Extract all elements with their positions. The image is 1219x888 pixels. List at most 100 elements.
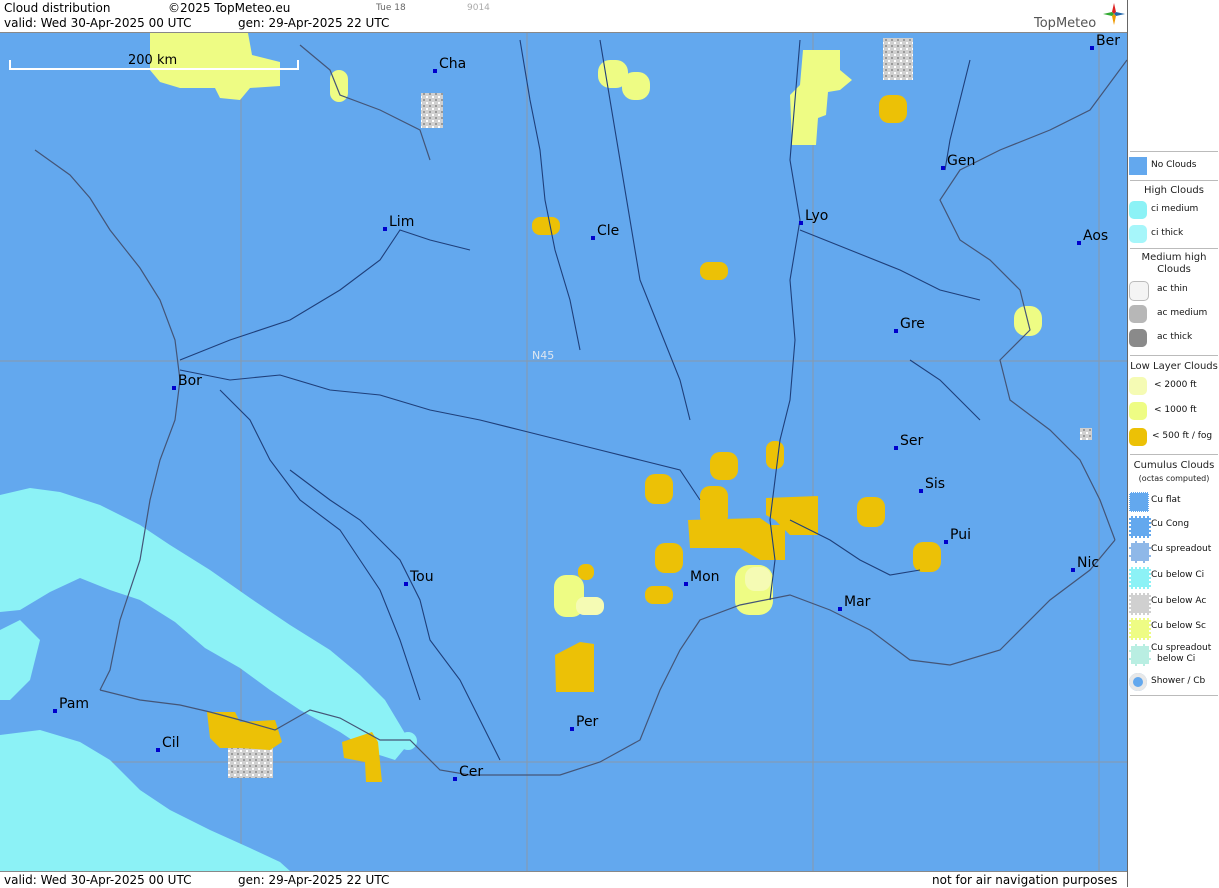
city-label: Cle — [597, 223, 619, 239]
legend-heading: Cumulus Clouds — [1133, 460, 1215, 471]
legend-panel: No Clouds High Clouds ci medium ci thick… — [1127, 0, 1219, 887]
legend-label: < 500 ft / fog — [1152, 431, 1213, 441]
city-marker — [172, 386, 176, 390]
legend-item-low-500: < 500 ft / fog — [1128, 426, 1219, 448]
city-label: Nic — [1077, 555, 1099, 571]
city-marker — [383, 227, 387, 231]
legend-divider — [1130, 248, 1218, 249]
city-marker — [570, 727, 574, 731]
footer-valid-time: valid: Wed 30-Apr-2025 00 UTC — [4, 873, 192, 887]
generated-time: gen: 29-Apr-2025 22 UTC — [238, 16, 390, 30]
legend-label: Cu spreadout — [1151, 544, 1212, 554]
legend-item-cu-below-sc: Cu below Sc — [1128, 616, 1219, 640]
city-marker — [453, 777, 457, 781]
city-marker — [684, 582, 688, 586]
footer-bar: valid: Wed 30-Apr-2025 00 UTC gen: 29-Ap… — [0, 871, 1127, 888]
scale-bar-label: 200 km — [128, 53, 177, 68]
city-label: Cer — [459, 764, 483, 780]
map-title: Cloud distribution — [4, 1, 111, 15]
legend-label: < 2000 ft — [1154, 380, 1197, 390]
legend-item-no-clouds: No Clouds — [1128, 155, 1219, 177]
cu-spreadout-swatch — [1129, 541, 1151, 563]
city-marker — [838, 607, 842, 611]
city-label: Per — [576, 714, 599, 730]
cu-spreadout-below-ci-swatch — [1129, 644, 1151, 666]
footer-generated-time: gen: 29-Apr-2025 22 UTC — [238, 873, 390, 887]
city-label: Bor — [178, 373, 202, 389]
legend-item-cu-spreadout-below-ci: Cu spreadout below Ci — [1128, 642, 1219, 672]
legend-divider — [1130, 355, 1218, 356]
header-bar: Cloud distribution ©2025 TopMeteo.eu Tue… — [0, 0, 1127, 33]
shower-cb-swatch — [1129, 673, 1147, 691]
ac-thick-swatch — [1129, 329, 1147, 347]
footer-notice: not for air navigation purposes — [932, 873, 1118, 887]
cu-below-ci-swatch — [1129, 567, 1151, 589]
legend-label: Cu below Sc — [1151, 621, 1206, 631]
cu-below-ac-swatch — [1129, 593, 1151, 615]
legend-item-cu-below-ci: Cu below Ci — [1128, 565, 1219, 589]
city-label: Gre — [900, 316, 925, 332]
city-label: Tou — [409, 569, 434, 585]
legend-item-ci-medium: ci medium — [1128, 199, 1219, 221]
legend-label: Shower / Cb — [1151, 676, 1206, 686]
legend-item-low-1000: < 1000 ft — [1128, 400, 1219, 422]
city-marker — [1071, 568, 1075, 572]
cu-below-sc-swatch — [1129, 618, 1151, 640]
small-day-text: Tue 18 — [376, 3, 406, 13]
city-marker — [433, 69, 437, 73]
legend-label: No Clouds — [1151, 160, 1197, 170]
city-label: Ser — [900, 433, 924, 449]
cu-flat-swatch — [1129, 492, 1149, 512]
ac-thin-swatch — [1129, 281, 1149, 301]
legend-label: ci thick — [1151, 228, 1184, 238]
legend-divider — [1130, 151, 1218, 152]
legend-item-cu-below-ac: Cu below Ac — [1128, 591, 1219, 615]
legend-label: ac thick — [1157, 332, 1193, 342]
cu-cong-swatch — [1129, 516, 1151, 538]
city-label: Ber — [1096, 33, 1120, 49]
cloud-map[interactable]: N45 200 km Ber Cha Gen Lim Cle Lyo Aos G… — [0, 33, 1127, 871]
small-code-text: 9014 — [467, 3, 490, 13]
legend-item-ac-medium: ac medium — [1128, 303, 1219, 325]
city-marker — [894, 446, 898, 450]
legend-heading: Clouds — [1157, 264, 1191, 275]
legend-item-ci-thick: ci thick — [1128, 223, 1219, 245]
valid-time: valid: Wed 30-Apr-2025 00 UTC — [4, 16, 192, 30]
legend-label: Cu Cong — [1151, 519, 1190, 529]
city-marker — [941, 166, 945, 170]
legend-divider — [1130, 454, 1218, 455]
latitude-label: N45 — [532, 349, 554, 362]
ci-medium-swatch — [1129, 201, 1147, 219]
ci-thick-swatch — [1129, 225, 1147, 243]
legend-label: ac thin — [1157, 284, 1188, 294]
legend-item-cu-cong: Cu Cong — [1128, 514, 1219, 538]
no-clouds-swatch — [1129, 157, 1147, 175]
legend-item-shower: Shower / Cb — [1128, 671, 1219, 693]
city-label: Cha — [439, 56, 466, 72]
city-label: Mar — [844, 594, 871, 610]
legend-item-ac-thick: ac thick — [1128, 327, 1219, 349]
legend-item-cu-flat: Cu flat — [1128, 490, 1219, 512]
city-marker — [799, 221, 803, 225]
legend-label: Cu spreadout — [1151, 643, 1212, 653]
city-label: Aos — [1083, 228, 1108, 244]
city-marker — [591, 236, 595, 240]
low-1000-swatch — [1129, 402, 1147, 420]
legend-heading: High Clouds — [1144, 185, 1204, 196]
legend-label: < 1000 ft — [1154, 405, 1197, 415]
city-marker — [53, 709, 57, 713]
legend-divider — [1130, 180, 1218, 181]
legend-item-low-2000: < 2000 ft — [1128, 375, 1219, 397]
city-label: Pui — [950, 527, 971, 543]
legend-label: Cu below Ac — [1151, 596, 1207, 606]
city-marker — [919, 489, 923, 493]
low-500-swatch — [1129, 428, 1147, 446]
map-canvas: N45 200 km BerChaGenLimCleLyoAosGreBorSe… — [0, 33, 1127, 871]
low-2000-swatch — [1129, 377, 1147, 395]
legend-label: below Ci — [1157, 654, 1196, 664]
city-marker — [1077, 241, 1081, 245]
city-label: Lyo — [805, 208, 828, 224]
legend-label: ac medium — [1157, 308, 1208, 318]
city-label: Sis — [925, 476, 945, 492]
legend-divider — [1130, 695, 1218, 696]
